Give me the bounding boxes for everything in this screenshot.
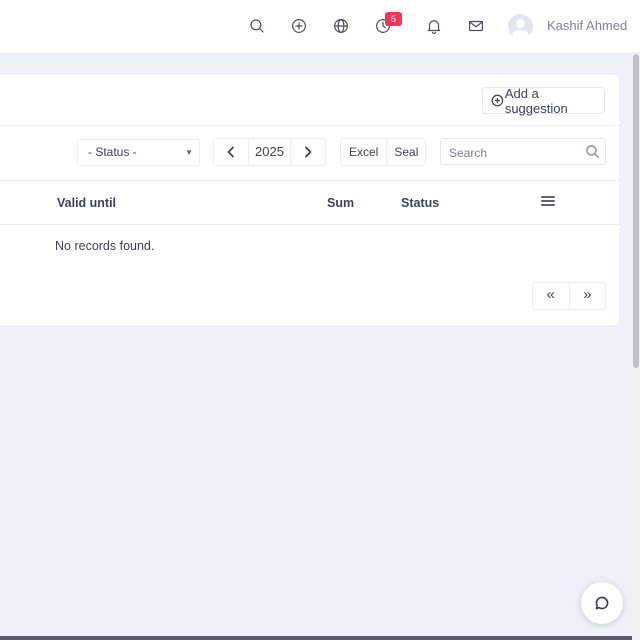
plus-circle-icon [491,94,504,107]
export-button-group: Excel Seal [340,138,426,166]
mail-icon[interactable] [465,15,487,37]
chevron-right-icon [305,146,312,158]
column-header-sum[interactable]: Sum [327,196,354,210]
chat-icon [595,596,609,610]
user-name[interactable]: Kashif Ahmed [547,18,627,33]
next-year-button[interactable] [291,139,325,165]
avatar[interactable] [508,14,533,39]
avatar-head [516,19,525,28]
excel-button[interactable]: Excel [341,139,386,165]
scrollbar-thumb[interactable] [633,54,639,368]
chat-button[interactable] [581,582,623,624]
search-input[interactable] [441,139,581,166]
add-suggestion-label: Add a suggestion [504,85,568,116]
add-suggestion-button[interactable]: Add a suggestion [482,85,605,116]
caret-down-icon: ▼ [185,148,193,157]
previous-year-button[interactable] [214,139,248,165]
column-menu-icon[interactable] [541,196,555,208]
first-page-button[interactable]: « [533,283,569,309]
status-select[interactable]: - Status - ▼ [77,139,200,166]
globe-icon[interactable] [330,15,352,37]
notification-badge: 5 [385,12,402,26]
chevron-left-icon [227,146,234,158]
plus-circle-icon[interactable] [288,15,310,37]
top-bar: 5 Kashif Ahmed [0,0,640,53]
column-header-valid-until[interactable]: Valid until [57,196,116,210]
divider [0,180,619,181]
column-header-status[interactable]: Status [401,196,439,210]
divider [0,125,619,126]
last-page-button[interactable]: » [568,283,606,309]
divider [0,224,619,225]
avatar-shoulders [511,30,530,39]
bell-icon[interactable] [423,15,445,37]
status-select-value: - Status - [88,145,137,159]
bottom-edge [0,636,632,640]
search-box [440,138,606,166]
scrollbar[interactable] [632,52,640,640]
search-icon[interactable] [585,144,600,159]
empty-message: No records found. [55,239,155,253]
year-selector: 2025 [213,138,326,166]
seal-button[interactable]: Seal [386,139,426,165]
search-icon[interactable] [246,15,268,37]
year-value: 2025 [248,139,291,165]
pagination: « » [532,282,606,310]
